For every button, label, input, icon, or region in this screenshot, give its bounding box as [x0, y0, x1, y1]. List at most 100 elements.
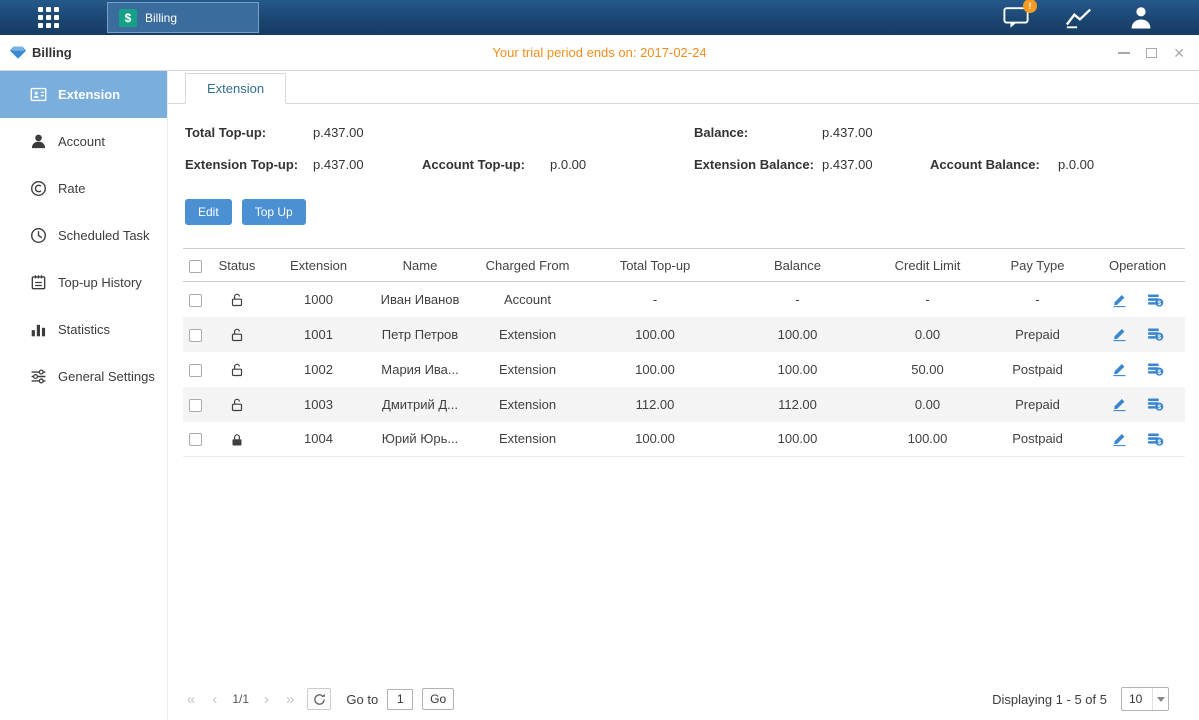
topup-icon[interactable]: [1147, 430, 1164, 447]
sidebar-item-rate[interactable]: Rate: [0, 165, 167, 212]
window-title: Billing: [32, 45, 72, 60]
edit-button[interactable]: Edit: [185, 199, 232, 225]
status-cell: [207, 317, 267, 352]
total-topup-cell: -: [585, 282, 725, 317]
summary-value: p.437.00: [313, 125, 364, 140]
total-topup-cell: 100.00: [585, 317, 725, 352]
balance-cell: 100.00: [725, 317, 870, 352]
first-page-button[interactable]: «: [183, 690, 199, 709]
tab-extension[interactable]: Extension: [185, 73, 286, 104]
refresh-button[interactable]: [307, 688, 331, 710]
billing-app-tab[interactable]: $ Billing: [107, 2, 259, 33]
unlock-icon: [230, 361, 244, 376]
summary-label: Account Balance:: [930, 157, 1058, 172]
sidebar-item-general-settings[interactable]: General Settings: [0, 353, 167, 400]
col-credit-limit: Credit Limit: [870, 249, 985, 282]
account-icon: [30, 133, 47, 150]
select-all-cell: [183, 249, 207, 282]
operation-cell: [1090, 387, 1185, 422]
summary-label: Total Top-up:: [185, 125, 313, 140]
name-cell: Иван Иванов: [370, 282, 470, 317]
balance-cell: -: [725, 282, 870, 317]
extension-cell: 1000: [267, 282, 370, 317]
topbar-icons: !: [1003, 0, 1153, 35]
billing-tab-label: Billing: [145, 11, 177, 25]
sidebar-item-account[interactable]: Account: [0, 118, 167, 165]
credit-limit-cell: -: [870, 282, 985, 317]
summary-label: Account Top-up:: [422, 157, 550, 172]
sidebar-item-extension[interactable]: Extension: [0, 71, 167, 118]
content: Extension Account Rate Scheduled Task To…: [0, 71, 1199, 720]
extension-topup-summary: Extension Top-up:p.437.00: [185, 157, 422, 172]
goto-page-input[interactable]: [387, 689, 413, 710]
total-topup-summary: Total Top-up:p.437.00: [185, 125, 422, 140]
sidebar-item-label: Scheduled Task: [58, 228, 150, 243]
page-size-select[interactable]: 10: [1121, 687, 1169, 711]
extension-table: Status Extension Name Charged From Total…: [183, 248, 1185, 457]
col-total-topup: Total Top-up: [585, 249, 725, 282]
topup-icon[interactable]: [1147, 396, 1164, 413]
charged-from-cell: Extension: [470, 422, 585, 457]
row-checkbox[interactable]: [189, 294, 202, 307]
extension-cell: 1002: [267, 352, 370, 387]
row-checkbox[interactable]: [189, 364, 202, 377]
action-buttons: Edit Top Up: [185, 199, 1199, 225]
balance-summary: Balance:p.437.00: [694, 125, 930, 140]
page-size-value: 10: [1122, 692, 1152, 706]
unlock-icon: [230, 326, 244, 341]
apps-grid-icon[interactable]: [38, 7, 59, 28]
sidebar-item-statistics[interactable]: Statistics: [0, 306, 167, 353]
total-topup-cell: 112.00: [585, 387, 725, 422]
chat-icon[interactable]: !: [1003, 6, 1029, 29]
close-icon[interactable]: ✕: [1173, 46, 1185, 60]
summary-panel: Total Top-up:p.437.00 Balance:p.437.00 E…: [185, 125, 1199, 172]
go-button[interactable]: Go: [422, 688, 454, 710]
row-checkbox[interactable]: [189, 329, 202, 342]
col-status: Status: [207, 249, 267, 282]
edit-icon[interactable]: [1111, 326, 1128, 343]
credit-limit-cell: 50.00: [870, 352, 985, 387]
next-page-button[interactable]: ›: [260, 690, 273, 709]
charged-from-cell: Account: [470, 282, 585, 317]
rate-icon: [30, 180, 47, 197]
prev-page-button[interactable]: ‹: [208, 690, 221, 709]
operation-cell: [1090, 282, 1185, 317]
last-page-button[interactable]: »: [282, 690, 298, 709]
topup-icon[interactable]: [1147, 361, 1164, 378]
top-up-button[interactable]: Top Up: [242, 199, 306, 225]
name-cell: Дмитрий Д...: [370, 387, 470, 422]
credit-limit-cell: 100.00: [870, 422, 985, 457]
select-all-checkbox[interactable]: [189, 260, 202, 273]
topup-icon[interactable]: [1147, 326, 1164, 343]
edit-icon[interactable]: [1111, 291, 1128, 308]
extension-balance-summary: Extension Balance:p.437.00: [694, 157, 930, 172]
edit-icon[interactable]: [1111, 396, 1128, 413]
chart-icon[interactable]: [1065, 6, 1093, 29]
row-checkbox[interactable]: [189, 433, 202, 446]
sidebar-item-scheduled-task[interactable]: Scheduled Task: [0, 212, 167, 259]
pay-type-cell: Postpaid: [985, 352, 1090, 387]
minimize-icon[interactable]: [1118, 52, 1130, 54]
edit-icon[interactable]: [1111, 430, 1128, 447]
billing-diamond-icon: [10, 46, 26, 59]
table-row: 1000 Иван Иванов Account - - - -: [183, 282, 1185, 317]
clock-icon: [30, 227, 47, 244]
user-icon[interactable]: [1129, 5, 1153, 30]
table-header-row: Status Extension Name Charged From Total…: [183, 249, 1185, 282]
edit-icon[interactable]: [1111, 361, 1128, 378]
name-cell: Мария Ива...: [370, 352, 470, 387]
sidebar-item-topup-history[interactable]: Top-up History: [0, 259, 167, 306]
lock-icon: [230, 431, 244, 446]
balance-cell: 100.00: [725, 422, 870, 457]
chevron-down-icon: [1152, 688, 1168, 710]
maximize-icon[interactable]: [1146, 48, 1157, 58]
credit-limit-cell: 0.00: [870, 317, 985, 352]
row-checkbox[interactable]: [189, 399, 202, 412]
tabbar: Extension: [168, 73, 1199, 104]
summary-value: p.0.00: [550, 157, 586, 172]
account-balance-summary: Account Balance:p.0.00: [930, 157, 1199, 172]
status-cell: [207, 422, 267, 457]
pagination-bar: « ‹ 1/1 › » Go to Go Displaying 1 - 5 of…: [168, 687, 1199, 720]
extension-cell: 1003: [267, 387, 370, 422]
topup-icon[interactable]: [1147, 291, 1164, 308]
